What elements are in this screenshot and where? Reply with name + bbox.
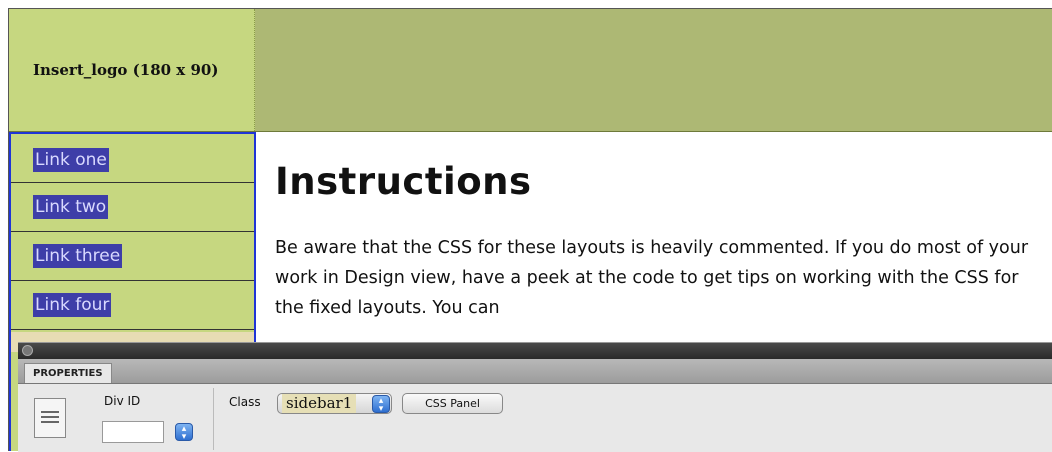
nav-link[interactable]: Link three (33, 244, 123, 268)
panel-titlebar[interactable] (18, 343, 1052, 359)
sidebar-item-link-one[interactable]: Link one (11, 134, 254, 183)
page-heading: Instructions (275, 160, 532, 203)
chevron-updown-icon: ▴ ▾ (372, 395, 390, 414)
tab-properties[interactable]: PROPERTIES (24, 363, 112, 383)
class-select[interactable]: sidebar1 ▴ ▾ (277, 393, 392, 414)
div-id-field[interactable] (102, 421, 164, 443)
header-band (255, 9, 1052, 131)
logo-placeholder[interactable]: Insert_logo (180 x 90) (9, 9, 255, 131)
div-element-icon (34, 398, 66, 438)
nav-link[interactable]: Link one (33, 148, 109, 172)
div-id-label: Div ID (104, 394, 141, 408)
nav-link[interactable]: Link two (33, 195, 109, 219)
sidebar-item-link-two[interactable]: Link two (11, 183, 254, 232)
css-panel-button[interactable]: CSS Panel (402, 393, 503, 414)
nav-link[interactable]: Link four (33, 293, 112, 317)
sidebar-item-link-three[interactable]: Link three (11, 232, 254, 281)
panel-divider (213, 388, 214, 450)
close-icon[interactable] (22, 345, 33, 356)
instructions-paragraph: Be aware that the CSS for these layouts … (275, 238, 1029, 318)
class-select-value: sidebar1 (282, 394, 357, 413)
logo-placeholder-text: Insert_logo (180 x 90) (33, 61, 219, 79)
sidebar-item-link-four[interactable]: Link four (11, 281, 254, 330)
main-content[interactable]: Instructions Be aware that the CSS for t… (275, 132, 1045, 323)
panel-tabbar: PROPERTIES (18, 359, 1052, 384)
class-label: Class (229, 395, 261, 409)
properties-panel: PROPERTIES Div ID ▴ ▾ Class sidebar1 ▴ ▾ C… (18, 342, 1052, 452)
div-id-dropdown-icon[interactable]: ▴ ▾ (175, 423, 193, 442)
panel-body: Div ID ▴ ▾ Class sidebar1 ▴ ▾ CSS Panel (18, 384, 1052, 452)
